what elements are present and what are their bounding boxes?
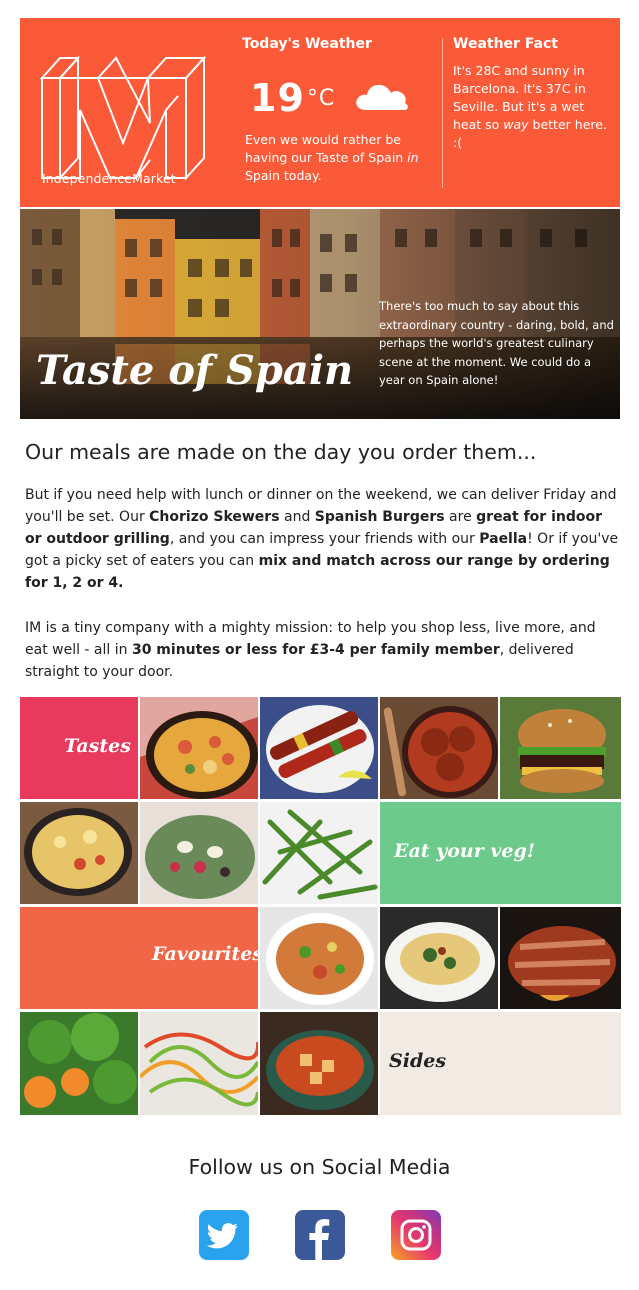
- cloud-icon: [356, 84, 408, 110]
- meatballs-image[interactable]: [380, 697, 498, 799]
- pasta-image[interactable]: [380, 907, 498, 1009]
- banner-text: There's too much to say about this extra…: [379, 299, 614, 387]
- tastes-tile[interactable]: Tastes: [20, 697, 138, 799]
- intro-paragraph: But if you need help with lunch or dinne…: [25, 487, 619, 591]
- facebook-icon[interactable]: [295, 1210, 345, 1260]
- broccoli-carrots-image[interactable]: [20, 1012, 138, 1115]
- weather-fact-title: Weather Fact: [453, 36, 558, 52]
- paella-image[interactable]: [140, 697, 258, 799]
- bacon-wrapped-image[interactable]: [500, 907, 621, 1009]
- eat-your-veg-label: Eat your veg!: [394, 840, 536, 862]
- meals-headline: Our meals are made on the day you order …: [25, 440, 537, 464]
- tortilla-image[interactable]: [20, 802, 138, 904]
- spanish-burger-image[interactable]: [500, 697, 621, 799]
- mission-paragraph: IM is a tiny company with a mighty missi…: [25, 620, 596, 680]
- header-divider: [442, 38, 443, 188]
- sides-label: Sides: [389, 1050, 447, 1072]
- temperature: 19°C: [250, 76, 335, 120]
- courgetti-image[interactable]: [140, 1012, 258, 1115]
- social-heading: Follow us on Social Media: [188, 1155, 451, 1179]
- weather-description: Even we would rather be having our Taste…: [245, 132, 419, 183]
- favourites-tile[interactable]: Favourites: [20, 907, 258, 1009]
- food-grid: Tastes Eat your veg! Favourites Sides: [20, 697, 621, 1115]
- chorizo-skewers-image[interactable]: [260, 697, 378, 799]
- brand-name: IndependenceMarket: [42, 171, 176, 186]
- sides-tile[interactable]: Sides: [380, 1012, 621, 1115]
- temperature-unit: °C: [306, 86, 336, 111]
- banner-title: Taste of Spain: [36, 347, 354, 394]
- weather-header: IndependenceMarket Today's Weather 19°C …: [20, 18, 620, 207]
- weather-fact-text: It's 28C and sunny in Barcelona. It's 37…: [453, 63, 607, 150]
- salad-image[interactable]: [140, 802, 258, 904]
- twitter-icon[interactable]: [199, 1210, 249, 1260]
- weather-title: Today's Weather: [242, 36, 372, 52]
- favourites-label: Favourites: [152, 943, 258, 965]
- taste-of-spain-banner[interactable]: Taste of Spain There's too much to say a…: [20, 209, 620, 419]
- stir-fry-image[interactable]: [260, 907, 378, 1009]
- instagram-icon[interactable]: [391, 1210, 441, 1260]
- eat-your-veg-tile[interactable]: Eat your veg!: [380, 802, 621, 904]
- tastes-label: Tastes: [64, 735, 131, 757]
- patatas-bravas-image[interactable]: [260, 1012, 378, 1115]
- green-beans-image[interactable]: [260, 802, 378, 904]
- temperature-value: 19: [250, 76, 305, 120]
